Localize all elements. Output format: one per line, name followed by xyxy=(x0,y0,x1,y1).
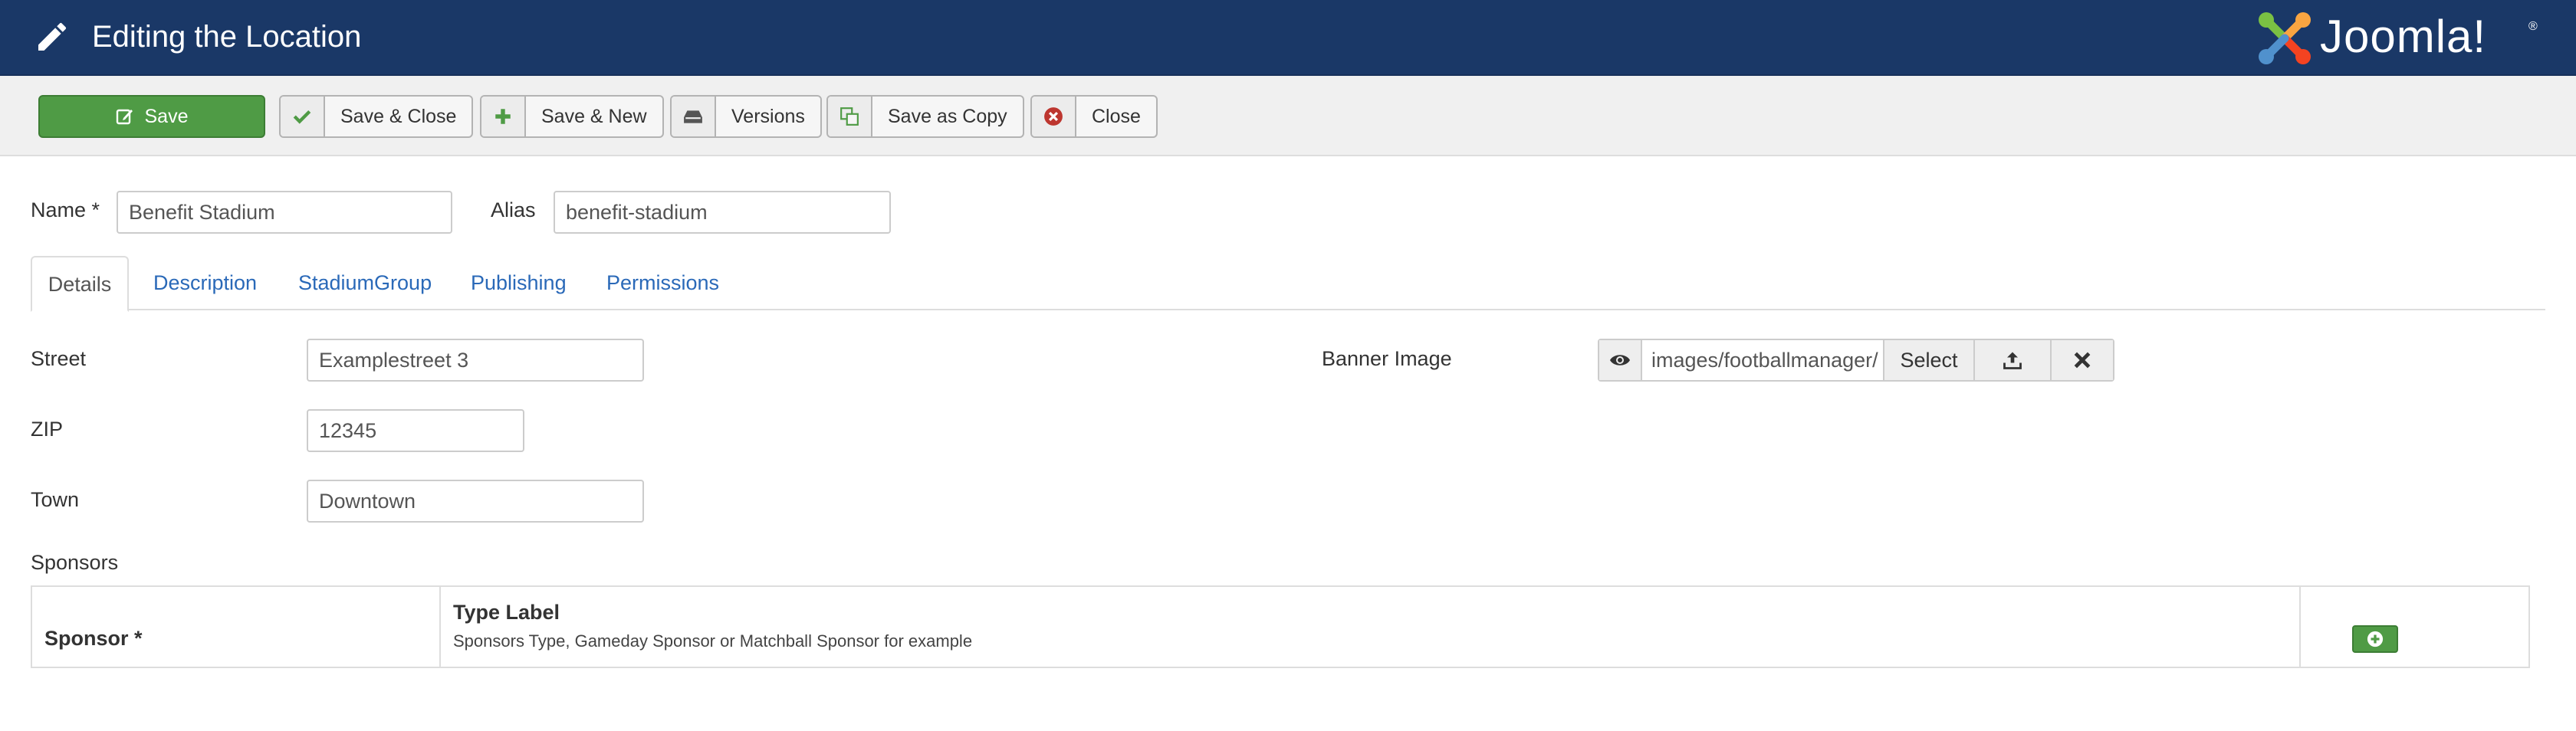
tab-description[interactable]: Description xyxy=(153,256,257,310)
sponsors-label: Sponsors xyxy=(31,551,119,574)
pencil-icon xyxy=(38,22,67,51)
banner-image-field: images/footballmanager/ Select xyxy=(1598,339,2114,382)
copy-icon xyxy=(828,97,872,136)
logo-wordmark: Joomla! xyxy=(2320,11,2487,62)
plus-icon xyxy=(481,97,526,136)
toolbar: Save Save & Close Save & New Versions Sa… xyxy=(0,76,2576,156)
tab-permissions[interactable]: Permissions xyxy=(606,256,719,310)
type-label-column: Type Label Sponsors Type, Gameday Sponso… xyxy=(441,587,2301,667)
app-header: Editing the Location Joomla! ® xyxy=(0,0,2576,76)
tab-details[interactable]: Details xyxy=(31,256,129,312)
zip-label: ZIP xyxy=(31,418,64,441)
clear-image-button[interactable] xyxy=(2052,340,2113,380)
sponsor-column-header: Sponsor * xyxy=(44,627,143,650)
close-label: Close xyxy=(1092,105,1141,127)
eye-icon[interactable] xyxy=(1599,340,1642,380)
banner-image-label: Banner Image xyxy=(1322,347,1452,370)
save-new-button[interactable]: Save & New xyxy=(480,95,664,138)
save-new-label: Save & New xyxy=(541,105,647,127)
alias-label: Alias xyxy=(491,198,536,221)
select-image-button[interactable]: Select xyxy=(1884,340,1975,380)
name-label: Name * xyxy=(31,198,100,221)
save-copy-label: Save as Copy xyxy=(888,105,1007,127)
sponsor-column: Sponsor * xyxy=(32,587,441,667)
joomla-logo-icon xyxy=(2259,12,2311,64)
versions-button[interactable]: Versions xyxy=(670,95,822,138)
tab-stadiumgroup[interactable]: StadiumGroup xyxy=(298,256,432,310)
close-button[interactable]: Close xyxy=(1030,95,1158,138)
type-label-description: Sponsors Type, Gameday Sponsor or Matchb… xyxy=(453,631,973,651)
name-input[interactable] xyxy=(117,191,452,234)
tab-publishing[interactable]: Publishing xyxy=(471,256,567,310)
edit-icon xyxy=(116,97,134,136)
upload-icon xyxy=(2003,352,2022,369)
save-copy-button[interactable]: Save as Copy xyxy=(826,95,1024,138)
cancel-circle-icon xyxy=(1032,97,1076,136)
save-button-label: Save xyxy=(144,105,189,127)
town-input[interactable] xyxy=(307,480,644,523)
save-close-label: Save & Close xyxy=(340,105,457,127)
street-label: Street xyxy=(31,347,87,370)
check-icon xyxy=(281,97,325,136)
page-title: Editing the Location xyxy=(92,20,362,54)
town-label: Town xyxy=(31,488,80,511)
logo-registered: ® xyxy=(2528,20,2538,33)
save-button[interactable]: Save xyxy=(38,95,265,138)
versions-label: Versions xyxy=(731,105,805,127)
joomla-logo[interactable]: Joomla! ® xyxy=(2254,6,2545,67)
type-label-header: Type Label xyxy=(453,601,560,624)
alias-input[interactable] xyxy=(554,191,891,234)
plus-circle-icon xyxy=(2367,631,2384,647)
zip-input[interactable] xyxy=(307,409,524,452)
banner-image-path[interactable]: images/footballmanager/ xyxy=(1642,340,1884,380)
sponsors-table: Sponsor * Type Label Sponsors Type, Game… xyxy=(31,585,2530,668)
upload-button[interactable] xyxy=(1975,340,2052,380)
street-input[interactable] xyxy=(307,339,644,382)
add-sponsor-button[interactable] xyxy=(2352,625,2398,653)
archive-icon xyxy=(672,97,716,136)
save-close-button[interactable]: Save & Close xyxy=(279,95,474,138)
times-icon xyxy=(2074,352,2091,369)
